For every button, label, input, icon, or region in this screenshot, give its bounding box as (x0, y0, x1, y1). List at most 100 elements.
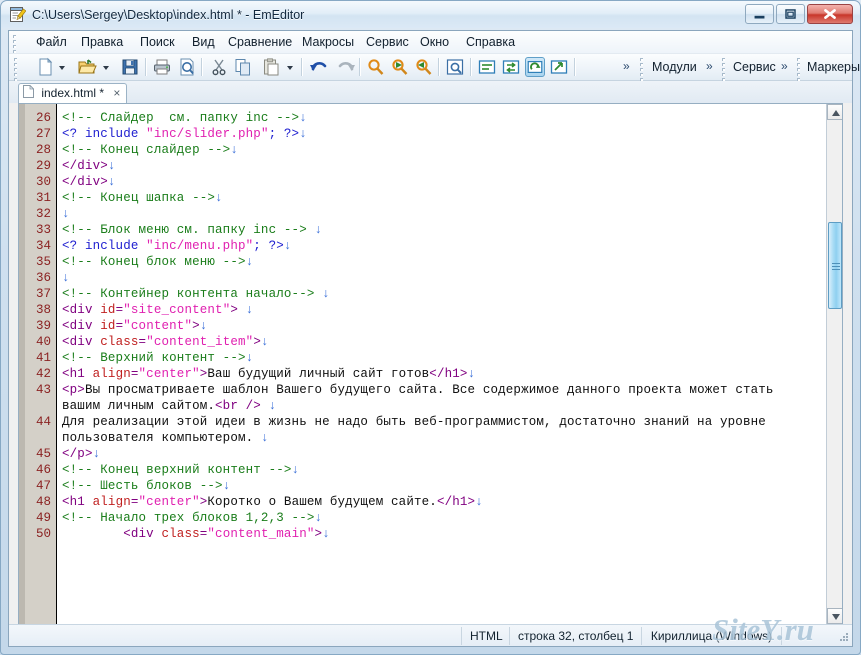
cut-icon[interactable] (209, 57, 229, 77)
code-line[interactable]: <!-- Конец слайдер -->↓ (62, 142, 238, 158)
redo-icon[interactable] (335, 57, 355, 77)
minimize-button[interactable] (745, 4, 774, 24)
code-line[interactable]: <p>Вы просматриваете шаблон Вашего будущ… (62, 382, 774, 398)
modules-overflow-chevron-icon[interactable]: » (706, 59, 713, 73)
reload-icon[interactable] (525, 57, 545, 77)
code-token-cmt: <!-- Конец верхний контент --> (62, 463, 292, 477)
document-icon (23, 84, 35, 98)
code-line[interactable]: <!-- Конец шапка -->↓ (62, 190, 223, 206)
code-line-wrapped[interactable]: пользователя компьютером. ↓ (62, 430, 269, 446)
code-line[interactable]: </div>↓ (62, 158, 116, 174)
window-title: C:\Users\Sergey\Desktop\index.html * - E… (32, 8, 305, 22)
code-editor[interactable]: 26 27 28 29 30 31 32 33 34 35 36 37 38 39 40 41 42 43 44 45… (18, 103, 843, 625)
menu-search[interactable]: Поиск (133, 34, 182, 51)
save-icon[interactable] (120, 57, 140, 77)
find-in-files-icon[interactable] (445, 57, 465, 77)
modules-toolbar-gripper[interactable] (639, 58, 644, 86)
code-line[interactable]: <!-- Слайдер см. папку inc -->↓ (62, 110, 307, 126)
line-number: 47 (35, 479, 51, 493)
paste-dropdown-arrow-icon[interactable] (285, 57, 296, 77)
code-token-txt: вашим личным сайтом. (62, 399, 216, 413)
code-line[interactable]: Для реализации этой идеи в жизнь не надо… (62, 414, 766, 430)
status-file-type[interactable]: HTML (461, 627, 509, 645)
export-icon[interactable] (549, 57, 569, 77)
code-token-eol: ↓ (222, 479, 231, 493)
toolbar-overflow-chevron-icon[interactable]: » (623, 59, 630, 73)
line-number: 33 (35, 223, 51, 237)
code-line[interactable]: <div class="content_main">↓ (62, 526, 330, 542)
new-document-dropdown-arrow-icon[interactable] (57, 57, 68, 77)
open-file-dropdown-arrow-icon[interactable] (101, 57, 112, 77)
toolbar-section-modules[interactable]: Модули (652, 59, 697, 75)
toolbar-gripper[interactable] (13, 58, 18, 86)
code-token-tag: <div (62, 319, 101, 333)
tab-close-icon[interactable]: × (113, 84, 120, 103)
new-document-icon[interactable] (35, 57, 55, 77)
undo-icon[interactable] (308, 57, 328, 77)
emeditor-app-icon (9, 6, 27, 23)
print-icon[interactable] (152, 57, 172, 77)
code-line-wrapped[interactable]: вашим личным сайтом.<br /> ↓ (62, 398, 276, 414)
toolbar-section-markers[interactable]: Маркеры (807, 59, 860, 75)
code-line[interactable]: ↓ (62, 206, 70, 222)
menu-help[interactable]: Справка (459, 34, 522, 51)
find-previous-icon[interactable] (414, 57, 434, 77)
code-token-eol: ↓ (314, 511, 323, 525)
code-line[interactable]: <h1 align="center">Ваш будущий личный са… (62, 366, 475, 382)
tab-index-html[interactable]: index.html * × (18, 83, 128, 103)
line-number: 48 (35, 495, 51, 509)
code-line[interactable]: </div>↓ (62, 174, 116, 190)
menu-macros[interactable]: Макросы (295, 34, 361, 51)
code-line[interactable]: <div id="site_content"> ↓ (62, 302, 253, 318)
tools-overflow-chevron-icon[interactable]: » (781, 59, 788, 73)
paste-icon[interactable] (261, 57, 281, 77)
copy-icon[interactable] (233, 57, 253, 77)
open-file-icon[interactable] (77, 57, 97, 77)
word-wrap-icon[interactable] (477, 57, 497, 77)
menu-file[interactable]: Файл (29, 34, 74, 51)
scrollbar-thumb[interactable] (828, 222, 842, 309)
menubar-gripper[interactable] (12, 35, 17, 58)
code-line[interactable]: <!-- Блок меню см. папку inc --> ↓ (62, 222, 322, 238)
code-line[interactable]: <? include "inc/menu.php"; ?>↓ (62, 238, 292, 254)
code-line[interactable]: <!-- Шесть блоков -->↓ (62, 478, 230, 494)
line-number: 40 (35, 335, 51, 349)
code-token-cmt: <!-- Контейнер контента начало--> (62, 287, 323, 301)
toolbar-section-tools[interactable]: Сервис (733, 59, 776, 75)
code-line[interactable]: </p>↓ (62, 446, 100, 462)
menu-view[interactable]: Вид (185, 34, 222, 51)
status-caret-position[interactable]: строка 32, столбец 1 (509, 627, 641, 645)
replace-icon[interactable] (501, 57, 521, 77)
resize-grip-icon[interactable] (836, 631, 849, 644)
code-line[interactable]: <h1 align="center">Коротко о Вашем будущ… (62, 494, 483, 510)
menu-tools[interactable]: Сервис (359, 34, 416, 51)
markers-toolbar-gripper[interactable] (796, 58, 801, 86)
code-line[interactable]: <div id="content">↓ (62, 318, 207, 334)
editor-vertical-scrollbar[interactable] (826, 104, 842, 624)
menu-compare[interactable]: Сравнение (221, 34, 299, 51)
code-line[interactable]: <!-- Контейнер контента начало--> ↓ (62, 286, 330, 302)
scroll-down-button[interactable] (827, 608, 842, 624)
code-line[interactable]: <div class="content_item">↓ (62, 334, 269, 350)
menu-window[interactable]: Окно (413, 34, 456, 51)
find-icon[interactable] (366, 57, 386, 77)
code-text-area[interactable]: <!-- Слайдер см. папку inc -->↓ <? includ… (58, 104, 842, 624)
code-token-cmt: <!-- Конец блок меню --> (62, 255, 246, 269)
print-preview-icon[interactable] (177, 57, 197, 77)
code-line[interactable]: <!-- Начало трех блоков 1,2,3 -->↓ (62, 510, 322, 526)
code-line[interactable]: <? include "inc/slider.php"; ?>↓ (62, 126, 307, 142)
status-extra-cell[interactable] (781, 627, 839, 645)
close-button[interactable] (807, 4, 853, 24)
line-number: 39 (35, 319, 51, 333)
tools-toolbar-gripper[interactable] (721, 58, 726, 86)
code-line[interactable]: <!-- Конец верхний контент -->↓ (62, 462, 299, 478)
code-line[interactable]: <!-- Конец блок меню -->↓ (62, 254, 253, 270)
scroll-up-button[interactable] (827, 104, 842, 120)
find-next-icon[interactable] (390, 57, 410, 77)
status-encoding[interactable]: Кириллица (Windows) (641, 627, 781, 645)
maximize-button[interactable] (776, 4, 805, 24)
menu-edit[interactable]: Правка (74, 34, 130, 51)
code-line[interactable]: ↓ (62, 270, 70, 286)
code-line[interactable]: <!-- Верхний контент -->↓ (62, 350, 253, 366)
